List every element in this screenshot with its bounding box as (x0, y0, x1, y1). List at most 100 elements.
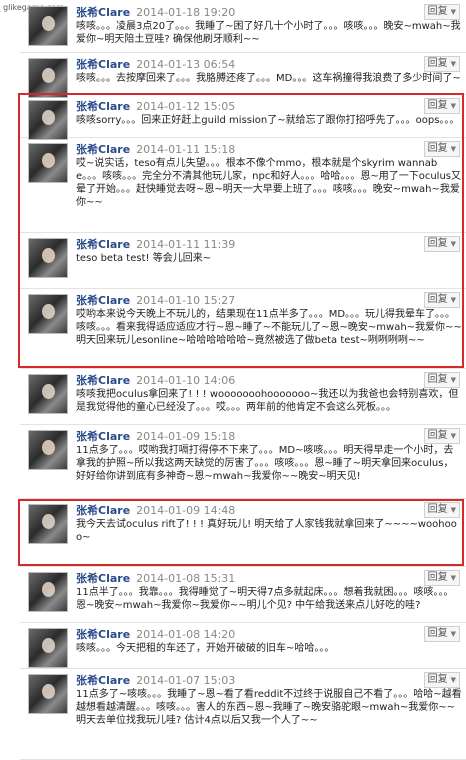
post-meta: 张希Clare 2014-01-10 14:06 (76, 372, 235, 388)
post-timestamp: 2014-01-18 19:20 (136, 6, 236, 19)
avatar[interactable] (28, 143, 68, 183)
status-post: 张希Clare 2014-01-07 15:03 回复 ▼ 11点多了~咳咳。。。我睡了… (20, 668, 466, 760)
avatar[interactable] (28, 430, 68, 470)
reply-label: 回复 (427, 430, 448, 441)
avatar[interactable] (28, 374, 68, 414)
chevron-down-icon[interactable]: ▼ (451, 102, 456, 110)
avatar[interactable] (28, 100, 68, 140)
chevron-down-icon[interactable]: ▼ (451, 574, 456, 582)
chevron-down-icon[interactable]: ▼ (451, 376, 456, 384)
author-name[interactable]: 张希Clare (76, 143, 130, 156)
author-name[interactable]: 张希Clare (76, 504, 130, 517)
reply-button[interactable]: 回复 ▼ (423, 141, 460, 157)
author-name[interactable]: 张希Clare (76, 100, 130, 113)
post-text: teso beta test! 等会儿回来~ (76, 253, 212, 264)
chevron-down-icon[interactable]: ▼ (451, 432, 456, 440)
post-text: 咳咳我把oculus拿回来了! ! ! wooooooohooooooo~我还以… (76, 389, 459, 413)
author-name[interactable]: 张希Clare (76, 294, 130, 307)
chevron-down-icon[interactable]: ▼ (451, 240, 456, 248)
post-text: 哎哟本来说今天晚上不玩儿的，结果现在11点半多了。。。MD。。。玩儿得我晕车了。… (76, 309, 462, 346)
chevron-down-icon[interactable]: ▼ (451, 506, 456, 514)
chevron-down-icon[interactable]: ▼ (451, 630, 456, 638)
reply-label: 回复 (427, 572, 448, 583)
avatar[interactable] (28, 6, 68, 46)
status-post: 张希Clare 2014-01-13 06:54 回复 ▼ 咳咳。。。去按摩回来了。。。… (20, 52, 466, 98)
chevron-down-icon[interactable]: ▼ (451, 145, 456, 153)
post-timestamp: 2014-01-09 14:48 (136, 504, 236, 517)
chevron-down-icon[interactable]: ▼ (451, 296, 456, 304)
avatar[interactable] (28, 572, 68, 612)
post-text: 我今天去试oculus rift了! ! ! 真好玩儿! 明天给了人家钱我就拿回… (76, 519, 457, 543)
status-post: 张希Clare 2014-01-10 14:06 回复 ▼ 咳咳我把oculus拿回来了… (20, 368, 466, 425)
post-timestamp: 2014-01-12 15:05 (136, 100, 236, 113)
post-timestamp: 2014-01-13 06:54 (136, 58, 236, 71)
post-meta: 张希Clare 2014-01-08 14:20 (76, 626, 235, 642)
status-post: 张希Clare 2014-01-11 11:39 回复 ▼ teso beta test… (20, 232, 466, 289)
reply-button[interactable]: 回复 ▼ (423, 4, 460, 20)
post-text: 咳咳sorry。。。回来正好赶上guild mission了~就给忘了跟你打招呼… (76, 115, 460, 126)
chevron-down-icon[interactable]: ▼ (451, 60, 456, 68)
post-meta: 张希Clare 2014-01-09 15:18 (76, 428, 235, 444)
reply-button[interactable]: 回复 ▼ (423, 626, 460, 642)
status-post: 张希Clare 2014-01-08 14:20 回复 ▼ 咳咳。。。今天把租的车还了，… (20, 622, 466, 669)
reply-label: 回复 (427, 143, 448, 154)
post-meta: 张希Clare 2014-01-11 11:39 (76, 236, 235, 252)
reply-button[interactable]: 回复 ▼ (423, 236, 460, 252)
reply-button[interactable]: 回复 ▼ (423, 502, 460, 518)
author-name[interactable]: 张希Clare (76, 58, 130, 71)
chevron-down-icon[interactable]: ▼ (451, 8, 456, 16)
status-post: 张希Clare 2014-01-09 14:48 回复 ▼ 我今天去试oculus ri… (20, 498, 466, 567)
reply-button[interactable]: 回复 ▼ (423, 56, 460, 72)
post-meta: 张希Clare 2014-01-11 15:18 (76, 141, 235, 157)
reply-button[interactable]: 回复 ▼ (423, 570, 460, 586)
author-name[interactable]: 张希Clare (76, 374, 130, 387)
post-text: 11点多了。。。哎哟我打嗝打得停不下来了。。。MD~咳咳。。。明天得早走一个小时… (76, 445, 454, 482)
reply-button[interactable]: 回复 ▼ (423, 428, 460, 444)
avatar[interactable] (28, 674, 68, 714)
status-post: 张希Clare 2014-01-12 15:05 回复 ▼ 咳咳sorry。。。回来正好… (20, 94, 466, 140)
chevron-down-icon[interactable]: ▼ (451, 676, 456, 684)
author-name[interactable]: 张希Clare (76, 628, 130, 641)
author-name[interactable]: 张希Clare (76, 430, 130, 443)
post-meta: 张希Clare 2014-01-10 15:27 (76, 292, 235, 308)
post-meta: 张希Clare 2014-01-12 15:05 (76, 98, 235, 114)
avatar[interactable] (28, 504, 68, 544)
author-name[interactable]: 张希Clare (76, 6, 130, 19)
status-post: 张希Clare 2014-01-18 19:20 回复 ▼ 咳咳。。。凌晨3点20了。。… (20, 0, 466, 53)
avatar[interactable] (28, 238, 68, 278)
author-name[interactable]: 张希Clare (76, 572, 130, 585)
avatar[interactable] (28, 294, 68, 334)
reply-button[interactable]: 回复 ▼ (423, 98, 460, 114)
post-timestamp: 2014-01-10 15:27 (136, 294, 236, 307)
post-timestamp: 2014-01-09 15:18 (136, 430, 236, 443)
reply-label: 回复 (427, 374, 448, 385)
reply-button[interactable]: 回复 ▼ (423, 292, 460, 308)
reply-button[interactable]: 回复 ▼ (423, 372, 460, 388)
post-text: 哎~说实话，teso有点儿失望。。。根本不像个mmo，根本就是个skyrim w… (76, 158, 461, 208)
status-post: 张希Clare 2014-01-11 15:18 回复 ▼ 哎~说实话，teso有点儿失… (20, 137, 466, 233)
reply-label: 回复 (427, 100, 448, 111)
post-text: 咳咳。。。去按摩回来了。。。我胳膊还疼了。。。MD。。。这车祸撞得我浪费了多少时… (76, 73, 461, 84)
post-meta: 张希Clare 2014-01-13 06:54 (76, 56, 235, 72)
post-meta: 张希Clare 2014-01-09 14:48 (76, 502, 235, 518)
reply-label: 回复 (427, 6, 448, 17)
reply-button[interactable]: 回复 ▼ (423, 672, 460, 688)
reply-label: 回复 (427, 628, 448, 639)
post-text: 11点半了。。。我靠。。。我得睡觉了~明天得7点多就起床。。。想着我就困。。。咳… (76, 587, 454, 611)
avatar[interactable] (28, 58, 68, 98)
post-timestamp: 2014-01-08 15:31 (136, 572, 236, 585)
post-meta: 张希Clare 2014-01-07 15:03 (76, 672, 235, 688)
post-timestamp: 2014-01-08 14:20 (136, 628, 236, 641)
status-post: 张希Clare 2014-01-08 15:31 回复 ▼ 11点半了。。。我靠。。。我… (20, 566, 466, 623)
post-text: 咳咳。。。今天把租的车还了，开始开破破的旧车~哈哈。。。 (76, 643, 335, 654)
reply-label: 回复 (427, 58, 448, 69)
post-text: 11点多了~咳咳。。。我睡了~恩~看了看reddit不过终于说服自己不看了。。。… (76, 689, 462, 726)
post-timestamp: 2014-01-11 15:18 (136, 143, 236, 156)
post-timestamp: 2014-01-10 14:06 (136, 374, 236, 387)
reply-label: 回复 (427, 504, 448, 515)
author-name[interactable]: 张希Clare (76, 674, 130, 687)
author-name[interactable]: 张希Clare (76, 238, 130, 251)
post-timestamp: 2014-01-07 15:03 (136, 674, 236, 687)
post-text: 咳咳。。。凌晨3点20了。。。我睡了~困了好几十个小时了。。。咳咳。。。晚安~m… (76, 21, 461, 45)
avatar[interactable] (28, 628, 68, 668)
